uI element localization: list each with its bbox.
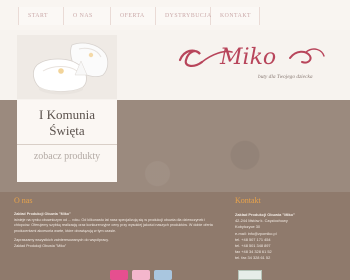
promo-title-line2: Święta [49,123,85,138]
about-title: O nas [14,196,33,205]
promo-title: I Komunia Święta [17,107,117,139]
product-image [17,35,117,99]
contact-map-thumbnail[interactable] [238,270,262,280]
about-signature: Zakład Produkcji Obuwia "Miko" [14,243,67,248]
about-section: O nas Zakład Produkcji Obuwia "Miko" ist… [14,196,219,250]
about-body: istnieje na rynku obuwniczym od ... roku… [14,217,213,233]
nav-label: START [28,13,49,19]
nav-item-oferta[interactable]: OFERTA [111,7,156,25]
contact-tel-fax: tel. fax 34 328 61 52 [235,255,271,261]
logo-text: Miko [219,45,276,70]
nav-item-start[interactable]: START [18,7,64,25]
promo-divider [17,144,117,145]
contact-title: Kontakt [235,196,261,205]
contact-section: Kontakt Zakład Produkcji Obuwia "Miko" 4… [235,196,339,262]
nav-bar: START O NAS OFERTA DYSTRYBUCJA KONTAKT [18,7,260,25]
brand-tagline: buty dla Twojego dziecka [258,74,313,80]
nav-label: DYSTRYBUCJA [165,13,212,19]
about-company-name: Zakład Produkcji Obuwia "Miko" [14,212,71,216]
thumbnail-pink[interactable] [110,270,128,280]
miko-logo[interactable]: Miko [178,40,328,70]
thumbnail-light[interactable] [132,270,150,280]
view-products-link[interactable]: zobacz produkty [17,151,117,162]
thumbnail-blue[interactable] [154,270,172,280]
nav-label: O NAS [73,13,93,19]
promo-box: I Komunia Święta zobacz produkty [17,100,117,182]
contact-company-name: Zakład Produkcji Obuwia "Miko" [235,212,295,217]
promo-thumbnails [110,270,190,280]
nav-label: OFERTA [120,13,145,19]
nav-item-dystrybucja[interactable]: DYSTRYBUCJA [156,7,211,25]
promo-title-line1: I Komunia [39,107,95,122]
nav-item-o-nas[interactable]: O NAS [64,7,111,25]
top-nav: START O NAS OFERTA DYSTRYBUCJA KONTAKT [0,0,350,30]
nav-item-kontakt[interactable]: KONTAKT [211,7,260,25]
nav-label: KONTAKT [220,13,252,19]
